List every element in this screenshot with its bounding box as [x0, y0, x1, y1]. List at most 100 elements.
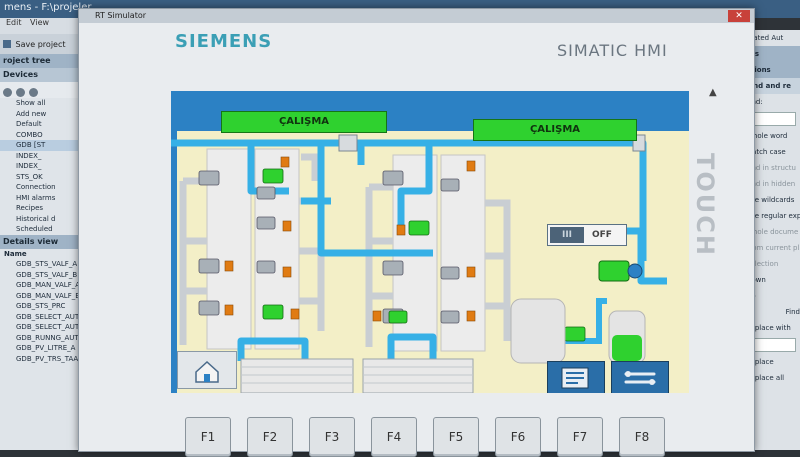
valve-icon[interactable]: [256, 260, 276, 274]
valve-icon[interactable]: [198, 170, 220, 186]
project-tree-header: roject tree: [0, 54, 80, 68]
valve-icon[interactable]: [440, 178, 460, 192]
pump-icon[interactable]: [598, 260, 630, 282]
details-item[interactable]: GDB_PV_TRS_TAAM: [0, 354, 80, 365]
hmi-screen: ÇALIŞMA ÇALIŞMA III OFF: [171, 91, 689, 393]
tree-item[interactable]: HMI alarms: [0, 193, 80, 204]
tree-item[interactable]: Default: [0, 119, 80, 130]
filter-bed-right: [362, 358, 474, 393]
back-icon[interactable]: [3, 88, 12, 97]
toggle-off-label: OFF: [592, 230, 612, 240]
details-item[interactable]: GDB_MAN_VALF_A: [0, 280, 80, 291]
valve-icon[interactable]: [564, 326, 586, 342]
devices-header[interactable]: Devices: [0, 68, 80, 82]
valve-icon[interactable]: [408, 220, 430, 236]
bg-save-project[interactable]: Save project: [16, 40, 66, 49]
alarm-indicator: [282, 266, 292, 278]
details-item[interactable]: GDB_PV_LITRE_A: [0, 343, 80, 354]
tree-nav-row: [0, 82, 80, 98]
tree-item[interactable]: Add new: [0, 109, 80, 120]
details-view-header[interactable]: Details view: [0, 234, 80, 249]
valve-icon[interactable]: [256, 186, 276, 200]
forward-icon[interactable]: [16, 88, 25, 97]
simulator-titlebar: RT Simulator ✕: [79, 9, 754, 23]
valve-icon[interactable]: [338, 134, 358, 152]
alarm-indicator: [224, 304, 234, 316]
tree-item[interactable]: COMBO: [0, 130, 80, 141]
f2-key[interactable]: F2: [247, 417, 293, 457]
tree-item[interactable]: INDEX_: [0, 161, 80, 172]
f4-key[interactable]: F4: [371, 417, 417, 457]
valve-icon[interactable]: [256, 216, 276, 230]
details-item[interactable]: GDB_SELECT_AUTO: [0, 312, 80, 323]
f8-key[interactable]: F8: [619, 417, 665, 457]
product-tank-level: [612, 335, 642, 361]
alarm-indicator: [466, 310, 476, 322]
bg-menu-edit[interactable]: Edit: [6, 18, 22, 27]
tools-icon: [624, 371, 656, 385]
valve-icon[interactable]: [262, 168, 284, 184]
bg-menubar: Edit View: [0, 18, 80, 34]
alarm-indicator: [280, 156, 290, 168]
tree-item[interactable]: Scheduled: [0, 224, 80, 235]
bg-toolbar: Save project: [0, 34, 80, 54]
toggle-knob: III: [550, 227, 584, 243]
valve-icon[interactable]: [198, 258, 220, 274]
alarm-indicator: [396, 224, 406, 236]
mouse-cursor-icon: ▲: [709, 87, 717, 98]
valve-icon[interactable]: [388, 310, 408, 324]
details-item[interactable]: GDB_RUNNG_AUTO: [0, 333, 80, 344]
tree-item[interactable]: GDB [ST: [0, 140, 80, 151]
storage-tank: [510, 298, 566, 364]
details-item[interactable]: GDB_STS_VALF_B: [0, 270, 80, 281]
tree-item[interactable]: INDEX_: [0, 151, 80, 162]
hmi-panel: SIEMENS SIMATIC HMI TOUCH ▲ ÇALIŞMA ÇALI…: [79, 23, 754, 457]
status-running-left[interactable]: ÇALIŞMA: [221, 111, 387, 133]
alarm-indicator: [466, 160, 476, 172]
alarm-indicator: [466, 266, 476, 278]
details-item[interactable]: GDB_STS_PRC: [0, 301, 80, 312]
alarm-indicator: [282, 220, 292, 232]
details-item[interactable]: GDB_STS_VALF_A: [0, 259, 80, 270]
on-off-toggle[interactable]: III OFF: [547, 224, 627, 246]
tree-item[interactable]: Recipes: [0, 203, 80, 214]
f6-key[interactable]: F6: [495, 417, 541, 457]
tree-item[interactable]: STS_OK: [0, 172, 80, 183]
bg-menu-view[interactable]: View: [30, 18, 49, 27]
f7-key[interactable]: F7: [557, 417, 603, 457]
filter-bed-left: [240, 358, 354, 393]
touch-label: TOUCH: [691, 153, 719, 257]
save-icon[interactable]: [3, 40, 11, 48]
close-icon[interactable]: ✕: [728, 10, 750, 22]
project-tree-pane: roject tree Devices Show all Add new Def…: [0, 54, 80, 450]
home-icon: [195, 360, 219, 383]
details-name-column: Name: [4, 249, 27, 258]
tools-button[interactable]: [611, 361, 669, 393]
tree-item[interactable]: Show all: [0, 98, 80, 109]
rt-simulator-window: RT Simulator ✕ SIEMENS SIMATIC HMI TOUCH…: [78, 8, 755, 457]
tree-item[interactable]: Historical d: [0, 214, 80, 225]
valve-icon[interactable]: [198, 300, 220, 316]
valve-icon[interactable]: [382, 170, 404, 186]
valve-icon[interactable]: [440, 310, 460, 324]
pump-motor-icon: [627, 263, 643, 279]
brand-logo: SIEMENS: [175, 31, 273, 52]
valve-icon[interactable]: [382, 260, 404, 276]
f1-key[interactable]: F1: [185, 417, 231, 457]
status-running-right[interactable]: ÇALIŞMA: [473, 119, 637, 141]
details-item[interactable]: GDB_MAN_VALF_B: [0, 291, 80, 302]
function-key-row: F1 F2 F3 F4 F5 F6 F7 F8: [185, 417, 705, 457]
list-settings-icon: [561, 367, 589, 389]
valve-icon[interactable]: [262, 304, 284, 320]
alarm-indicator: [224, 260, 234, 272]
alarm-indicator: [290, 308, 300, 320]
refresh-icon[interactable]: [29, 88, 38, 97]
list-settings-button[interactable]: [547, 361, 605, 393]
valve-icon[interactable]: [440, 266, 460, 280]
home-button[interactable]: [177, 351, 237, 389]
f3-key[interactable]: F3: [309, 417, 355, 457]
f5-key[interactable]: F5: [433, 417, 479, 457]
details-item[interactable]: GDB_SELECT_AUTO_: [0, 322, 80, 333]
tree-item[interactable]: Connection: [0, 182, 80, 193]
simulator-title: RT Simulator: [95, 11, 147, 20]
